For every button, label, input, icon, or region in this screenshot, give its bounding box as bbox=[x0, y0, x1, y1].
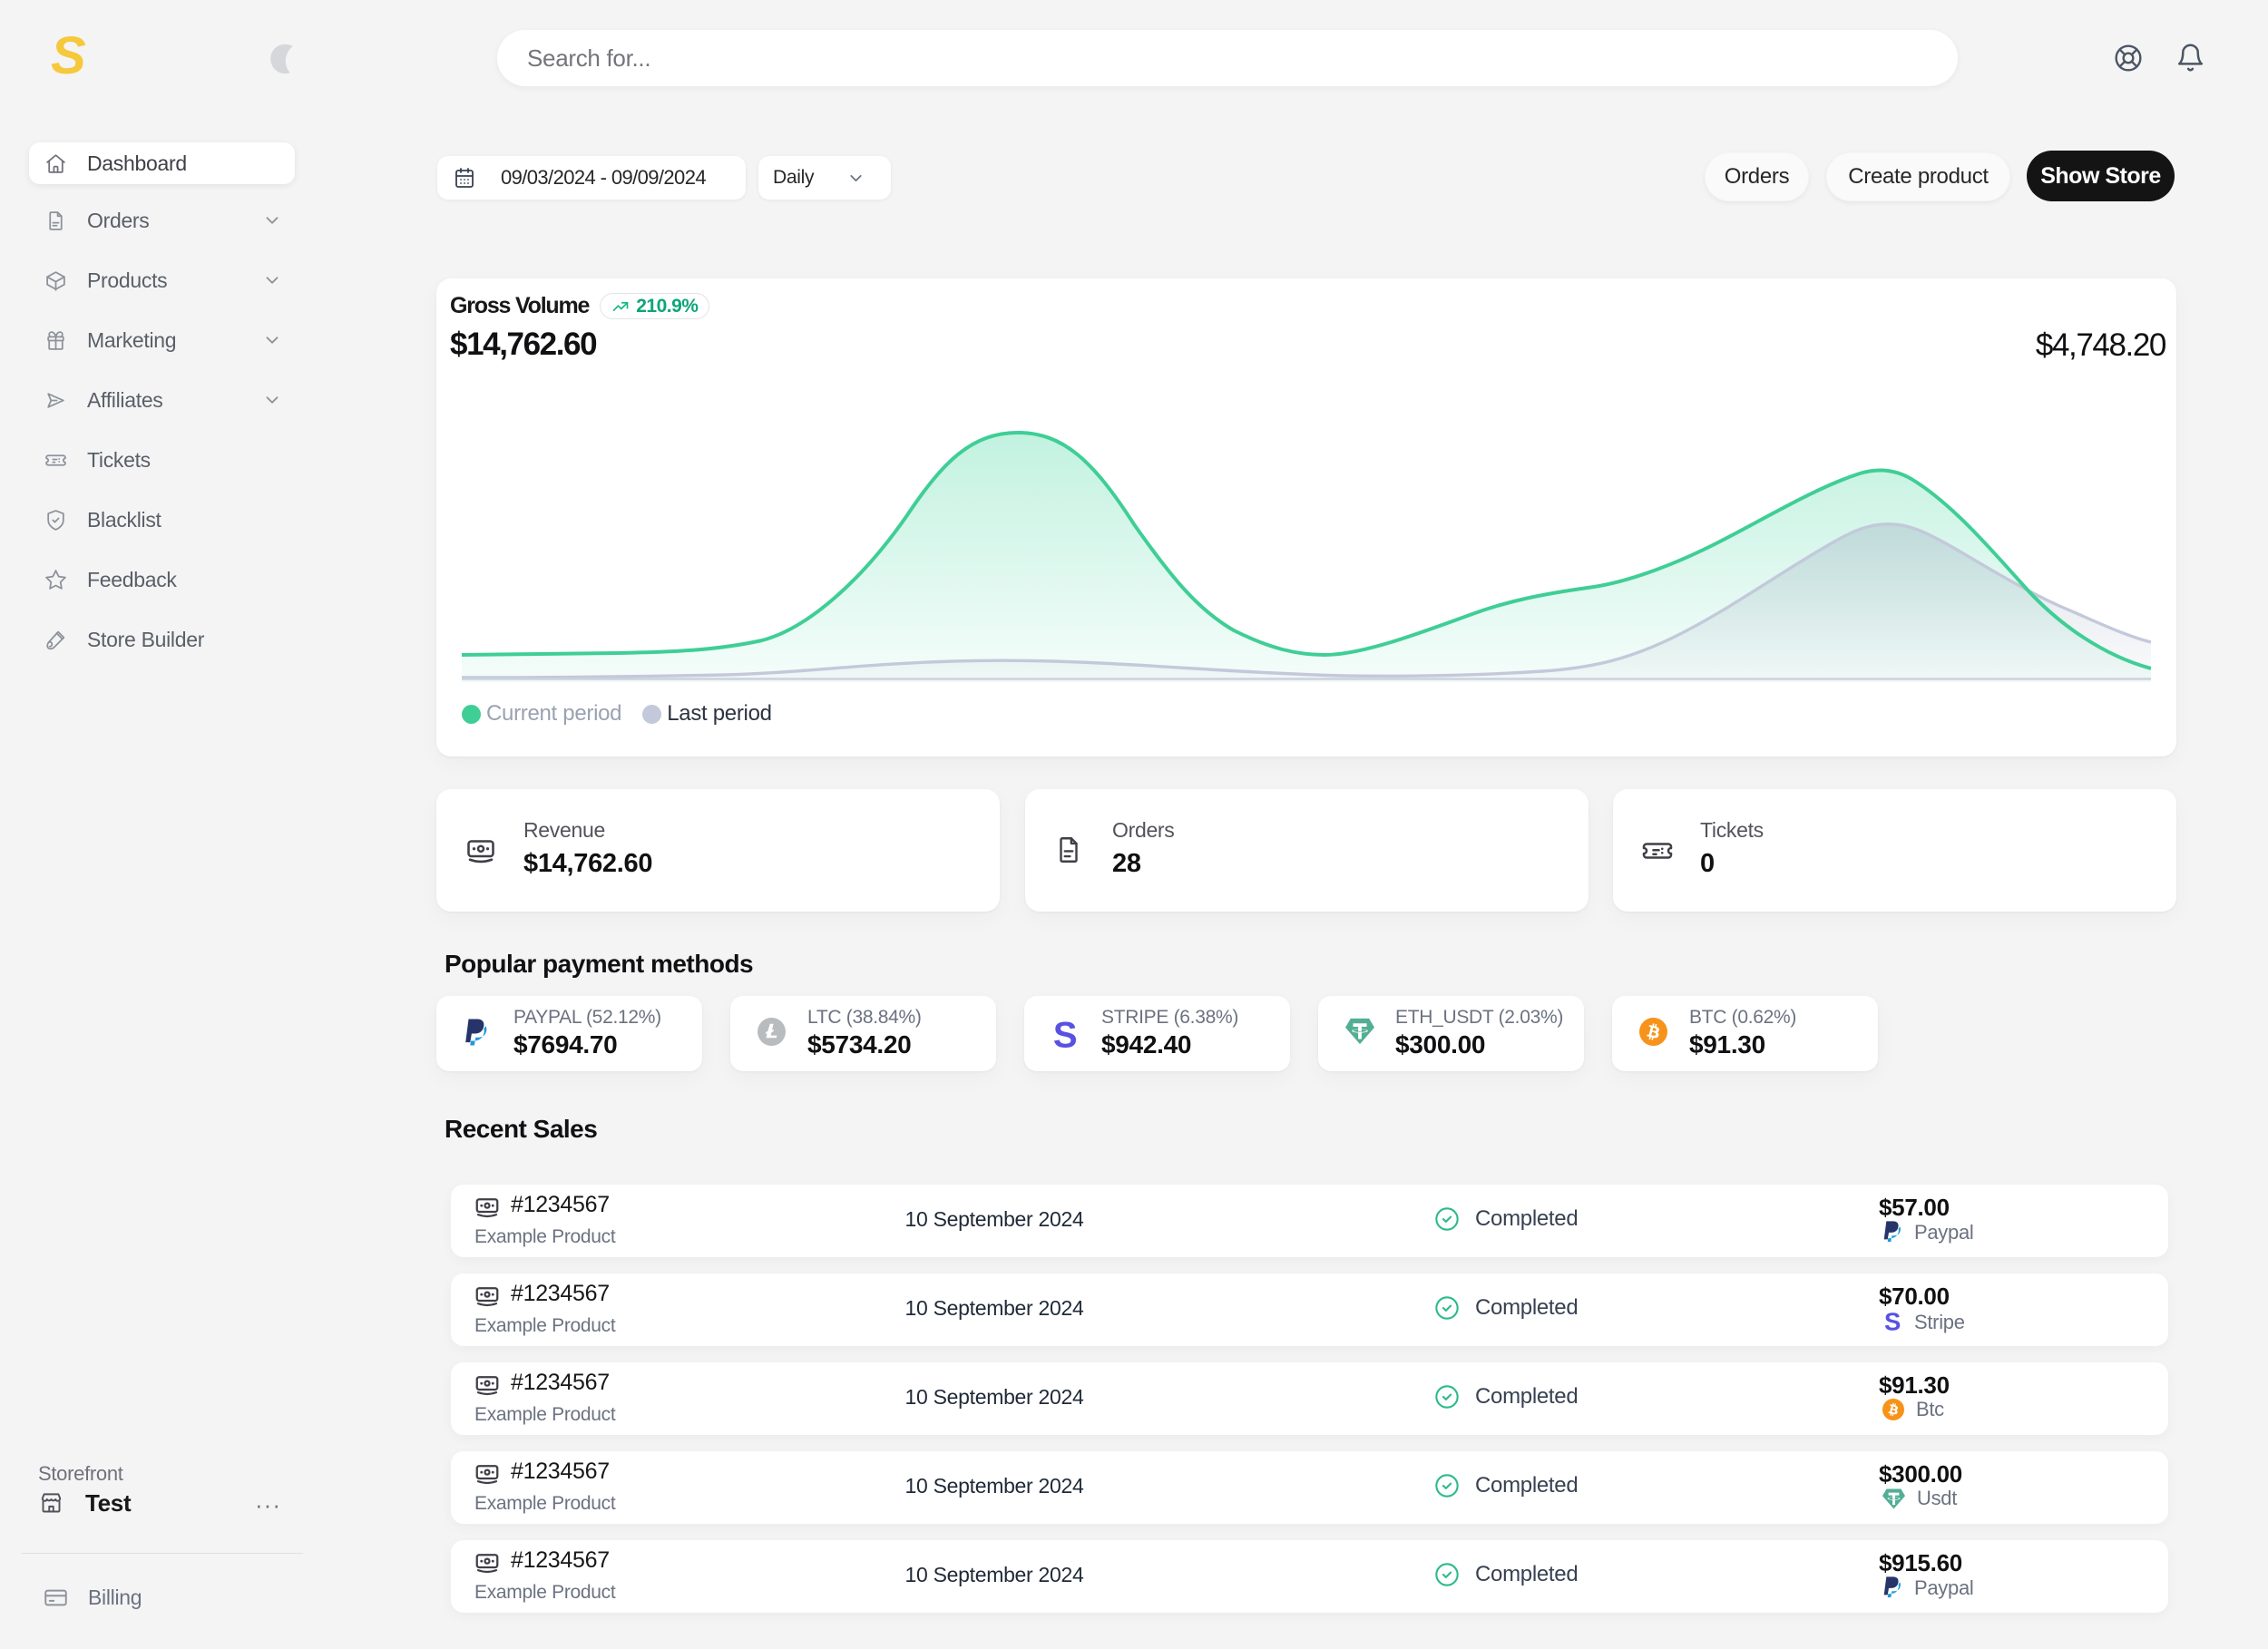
svg-text:S: S bbox=[1884, 1309, 1901, 1335]
svg-text:S: S bbox=[1053, 1018, 1077, 1054]
